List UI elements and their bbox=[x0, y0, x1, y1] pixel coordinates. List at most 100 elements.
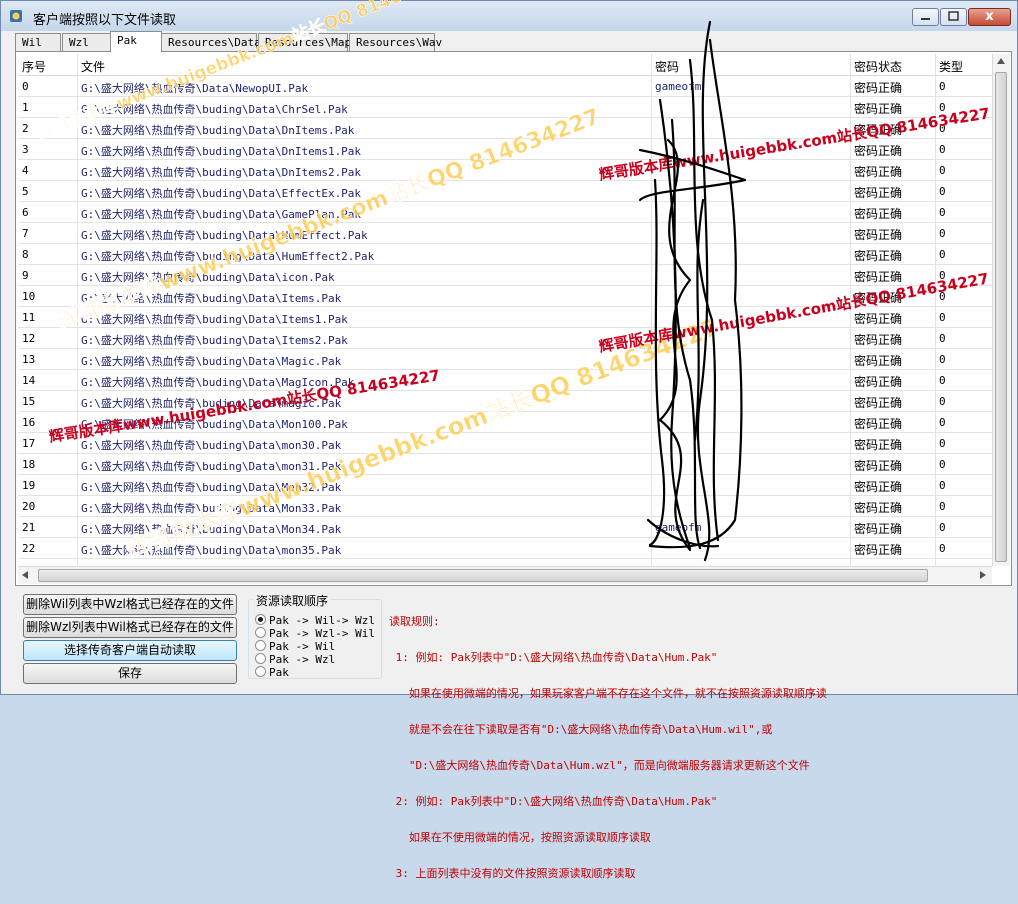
row-index: 13 bbox=[22, 353, 36, 366]
col-file-header[interactable]: 文件 bbox=[81, 58, 105, 75]
row-type: 0 bbox=[939, 416, 946, 429]
table-row[interactable]: 12 G:\盛大网络\热血传奇\buding\Data\Items2.Pak 密码正… bbox=[18, 328, 992, 349]
tab-resources-wav[interactable]: Resources\Wav bbox=[349, 33, 442, 51]
row-index: 9 bbox=[22, 269, 29, 282]
table-row[interactable]: 11 G:\盛大网络\热血传奇\buding\Data\Items1.Pak 密码正… bbox=[18, 307, 992, 328]
row-index: 22 bbox=[22, 542, 36, 555]
row-file-path: G:\盛大网络\热血传奇\buding\Data\mon31.Pak bbox=[81, 460, 342, 473]
table-row[interactable]: 21 G:\盛大网络\热血传奇\buding\Data\Mon34.Pak game… bbox=[18, 517, 992, 538]
row-password-status: 密码正确 bbox=[854, 354, 903, 368]
row-type: 0 bbox=[939, 479, 946, 492]
table-row[interactable]: 16 G:\盛大网络\热血传奇\buding\Data\Mon100.Pak 密码正… bbox=[18, 412, 992, 433]
table-row[interactable]: 7 G:\盛大网络\热血传奇\buding\Data\HumEffect.Pak 密… bbox=[18, 223, 992, 244]
column-divider bbox=[651, 54, 652, 566]
file-table[interactable]: 序号 文件 密码 密码状态 类型 0 G:\盛大网络\热血传奇\Data\Newo… bbox=[18, 54, 992, 566]
table-row[interactable]: 19 G:\盛大网络\热血传奇\buding\Data\Mon32.Pak 密码正确… bbox=[18, 475, 992, 496]
table-row[interactable]: 0 G:\盛大网络\热血传奇\Data\NewopUI.Pak gameofm 密码正… bbox=[18, 76, 992, 97]
row-type: 0 bbox=[939, 353, 946, 366]
read-order-option[interactable]: Pak -> Wil bbox=[255, 640, 335, 653]
table-row[interactable]: 20 G:\盛大网络\热血传奇\buding\Data\Mon33.Pak 密码正确… bbox=[18, 496, 992, 517]
tab-pak[interactable]: Pak bbox=[110, 31, 162, 52]
row-type: 0 bbox=[939, 374, 946, 387]
row-type: 0 bbox=[939, 500, 946, 513]
row-file-path: G:\盛大网络\热血传奇\buding\Data\HumEffect2.Pak bbox=[81, 250, 375, 263]
row-password-status: 密码正确 bbox=[854, 123, 903, 137]
horizontal-scroll-thumb[interactable] bbox=[38, 569, 928, 582]
row-password-status: 密码正确 bbox=[854, 207, 903, 221]
table-row[interactable]: 15 G:\盛大网络\热血传奇\buding\Data\magic.Pak 密码正确… bbox=[18, 391, 992, 412]
row-file-path: G:\盛大网络\热血传奇\buding\Data\Mon33.Pak bbox=[81, 502, 342, 515]
table-row[interactable]: 17 G:\盛大网络\热血传奇\buding\Data\mon30.Pak 密码正确… bbox=[18, 433, 992, 454]
row-file-path: G:\盛大网络\热血传奇\buding\Data\mon35.Pak bbox=[81, 544, 342, 557]
row-file-path: G:\盛大网络\热血传奇\buding\Data\EffectEx.Pak bbox=[81, 187, 362, 200]
delete-wil-duplicates-button[interactable]: 删除Wil列表中Wzl格式已经存在的文件 bbox=[23, 594, 237, 615]
table-row[interactable]: 3 G:\盛大网络\热血传奇\buding\Data\DnItems1.Pak 密码… bbox=[18, 139, 992, 160]
table-row[interactable]: 18 G:\盛大网络\热血传奇\buding\Data\mon31.Pak 密码正确… bbox=[18, 454, 992, 475]
col-type-header[interactable]: 类型 bbox=[939, 58, 963, 75]
row-file-path: G:\盛大网络\热血传奇\buding\Data\ChrSel.Pak bbox=[81, 103, 348, 116]
read-order-option[interactable]: Pak -> Wzl bbox=[255, 653, 335, 666]
row-type: 0 bbox=[939, 248, 946, 261]
read-order-option[interactable]: Pak -> Wzl-> Wil bbox=[255, 627, 375, 640]
table-row[interactable]: 8 G:\盛大网络\热血传奇\buding\Data\HumEffect2.Pak… bbox=[18, 244, 992, 265]
tab-wzl[interactable]: Wzl bbox=[62, 33, 112, 51]
maximize-button[interactable] bbox=[940, 8, 967, 26]
vertical-scroll-thumb[interactable] bbox=[995, 72, 1007, 562]
table-row[interactable]: 9 G:\盛大网络\热血传奇\buding\Data\icon.Pak 密码正确 0 bbox=[18, 265, 992, 286]
row-type: 0 bbox=[939, 122, 946, 135]
read-order-option[interactable]: Pak bbox=[255, 666, 289, 679]
tab-resources-data[interactable]: Resources\Data bbox=[161, 33, 261, 51]
auto-read-client-button[interactable]: 选择传奇客户端自动读取 bbox=[23, 640, 237, 661]
close-button[interactable]: x bbox=[968, 8, 1011, 26]
row-file-path: G:\盛大网络\热血传奇\buding\Data\icon.Pak bbox=[81, 271, 335, 284]
table-row[interactable]: 4 G:\盛大网络\热血传奇\buding\Data\DnItems2.Pak 密码… bbox=[18, 160, 992, 181]
column-divider bbox=[935, 54, 936, 566]
row-file-path: G:\盛大网络\热血传奇\buding\Data\GamePlan.Pak bbox=[81, 208, 362, 221]
close-icon: x bbox=[985, 9, 994, 24]
delete-wzl-duplicates-button[interactable]: 删除Wzl列表中Wil格式已经存在的文件 bbox=[23, 617, 237, 638]
scroll-right-icon[interactable] bbox=[980, 571, 986, 579]
table-row[interactable]: 1 G:\盛大网络\热血传奇\buding\Data\ChrSel.Pak 密码正确… bbox=[18, 97, 992, 118]
col-password-header[interactable]: 密码 bbox=[655, 58, 679, 75]
read-order-option[interactable]: Pak -> Wil-> Wzl bbox=[255, 614, 375, 627]
row-index: 10 bbox=[22, 290, 36, 303]
table-row[interactable]: 6 G:\盛大网络\热血传奇\buding\Data\GamePlan.Pak 密码… bbox=[18, 202, 992, 223]
vertical-scrollbar[interactable] bbox=[992, 54, 1010, 566]
row-password-status: 密码正确 bbox=[854, 438, 903, 452]
table-row[interactable]: 5 G:\盛大网络\热血传奇\buding\Data\EffectEx.Pak 密码… bbox=[18, 181, 992, 202]
row-file-path: G:\盛大网络\热血传奇\buding\Data\mon30.Pak bbox=[81, 439, 342, 452]
col-index-header[interactable]: 序号 bbox=[22, 58, 46, 75]
row-type: 0 bbox=[939, 395, 946, 408]
row-type: 0 bbox=[939, 185, 946, 198]
row-password-status: 密码正确 bbox=[854, 522, 903, 536]
row-index: 5 bbox=[22, 185, 29, 198]
window-title: 客户端按照以下文件读取 bbox=[33, 13, 177, 28]
tab-wil[interactable]: Wil bbox=[15, 33, 61, 51]
tab-resources-map[interactable]: Resources\Map bbox=[258, 33, 351, 51]
row-password-status: 密码正确 bbox=[854, 291, 903, 305]
scroll-up-icon[interactable] bbox=[997, 58, 1005, 64]
row-type: 0 bbox=[939, 458, 946, 471]
col-password-status-header[interactable]: 密码状态 bbox=[854, 58, 902, 75]
rules-line: "D:\盛大网络\热血传奇\Data\Hum.wzl"，而是向微端服务器请求更新… bbox=[389, 759, 810, 772]
scroll-left-icon[interactable] bbox=[22, 571, 28, 579]
rules-line: 读取规则: bbox=[389, 615, 440, 628]
row-password-status: 密码正确 bbox=[854, 396, 903, 410]
row-index: 11 bbox=[22, 311, 36, 324]
table-row[interactable]: 10 G:\盛大网络\热血传奇\buding\Data\Items.Pak 密码正确… bbox=[18, 286, 992, 307]
minimize-button[interactable] bbox=[912, 8, 939, 26]
row-type: 0 bbox=[939, 332, 946, 345]
table-row[interactable]: 14 G:\盛大网络\热血传奇\buding\Data\MagIcon.Pak 密码… bbox=[18, 370, 992, 391]
row-index: 20 bbox=[22, 500, 36, 513]
row-index: 18 bbox=[22, 458, 36, 471]
row-index: 6 bbox=[22, 206, 29, 219]
save-button[interactable]: 保存 bbox=[23, 663, 237, 684]
horizontal-scrollbar[interactable] bbox=[18, 566, 992, 584]
table-row[interactable]: 2 G:\盛大网络\热血传奇\buding\Data\DnItems.Pak 密码正… bbox=[18, 118, 992, 139]
table-row[interactable]: 13 G:\盛大网络\热血传奇\buding\Data\Magic.Pak 密码正确… bbox=[18, 349, 992, 370]
row-password-status: 密码正确 bbox=[854, 417, 903, 431]
row-password: gameofm bbox=[655, 80, 702, 93]
table-row[interactable]: 22 G:\盛大网络\热血传奇\buding\Data\mon35.Pak 密码正确… bbox=[18, 538, 992, 559]
title-bar: 客户端按照以下文件读取 x bbox=[1, 1, 1017, 31]
column-divider bbox=[77, 54, 78, 566]
